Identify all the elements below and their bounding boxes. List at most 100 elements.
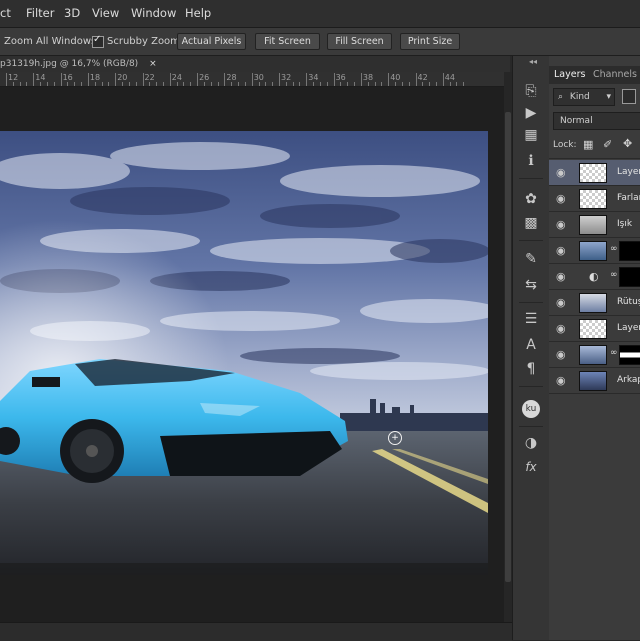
layer-row[interactable]: ◉ ◐ ∞ xyxy=(549,264,640,290)
eye-icon[interactable]: ◉ xyxy=(556,374,566,387)
layers-panel: Layers Channels ⌕ Kind ▾ Normal Lock: ▦ … xyxy=(549,56,640,640)
layer-name: Arkap xyxy=(617,375,640,385)
vertical-scrollbar[interactable] xyxy=(504,72,512,622)
collapse-panels-icon[interactable]: ◂◂ xyxy=(529,57,537,66)
eye-icon[interactable]: ◉ xyxy=(556,166,566,179)
ruler-tick xyxy=(251,73,253,86)
menu-help[interactable]: Help xyxy=(185,6,211,20)
styles-icon[interactable]: ◑ xyxy=(521,434,541,452)
paragraph-icon[interactable]: ¶ xyxy=(521,360,541,378)
color-palette-icon[interactable]: ✿ xyxy=(521,190,541,208)
eye-icon[interactable]: ◉ xyxy=(556,322,566,335)
chevron-down-icon: ▾ xyxy=(606,92,611,102)
eye-icon[interactable]: ◉ xyxy=(556,296,566,309)
chain-link-icon[interactable]: ∞ xyxy=(610,270,618,280)
scrollbar-thumb[interactable] xyxy=(505,112,511,582)
layer-thumbnail xyxy=(579,319,607,339)
zoom-cursor-icon: + xyxy=(388,431,402,445)
layer-row[interactable]: ◉ Arkap xyxy=(549,368,640,394)
ruler-label: 38 xyxy=(362,73,374,82)
actions-play-icon[interactable]: ▶ xyxy=(521,104,541,122)
menu-filter[interactable]: Filter xyxy=(26,6,54,20)
scrubby-zoom-label[interactable]: Scrubby Zoom xyxy=(107,36,180,47)
blend-mode-select[interactable]: Normal xyxy=(553,112,640,130)
info-icon[interactable]: ℹ xyxy=(521,152,541,170)
ruler-tick xyxy=(265,82,267,86)
scrubby-zoom-checkbox[interactable] xyxy=(92,34,104,48)
fill-screen-button[interactable]: Fill Screen xyxy=(327,33,392,50)
kuler-icon[interactable]: ku xyxy=(522,400,540,418)
menu-select[interactable]: ct xyxy=(0,6,11,20)
filter-kind-select[interactable]: ⌕ Kind ▾ xyxy=(553,88,615,106)
layer-comps-icon[interactable]: ▦ xyxy=(521,126,541,144)
ruler-tick xyxy=(449,82,451,86)
layer-row[interactable]: ◉ ∞ xyxy=(549,342,640,368)
ruler-tick xyxy=(210,82,212,86)
lock-label: Lock: xyxy=(553,140,577,150)
eye-icon[interactable]: ◉ xyxy=(556,218,566,231)
eye-icon[interactable]: ◉ xyxy=(556,244,566,257)
ruler-tick xyxy=(299,82,301,86)
tab-layers[interactable]: Layers xyxy=(554,69,585,80)
ruler-tick xyxy=(53,82,55,86)
menu-view[interactable]: View xyxy=(92,6,119,20)
adjustment-layer-icon: ◐ xyxy=(589,270,599,283)
ruler-tick xyxy=(26,82,28,86)
actual-pixels-button[interactable]: Actual Pixels xyxy=(177,33,246,50)
layer-thumbnail xyxy=(579,345,607,365)
fx-icon[interactable]: fx xyxy=(521,458,541,476)
ruler-tick xyxy=(388,73,390,86)
ruler-label: 34 xyxy=(308,73,319,82)
lock-move-icon[interactable]: ✥ xyxy=(623,137,632,150)
ruler-tick xyxy=(67,82,69,86)
close-icon[interactable]: × xyxy=(149,59,157,69)
paragraph-styles-icon[interactable]: ☰ xyxy=(521,310,541,328)
swatches-icon[interactable]: ▩ xyxy=(521,214,541,232)
document-image[interactable]: + xyxy=(0,131,488,575)
zoom-all-windows-label[interactable]: Zoom All Windows xyxy=(4,36,96,47)
ruler-tick xyxy=(224,73,226,86)
eye-icon[interactable]: ◉ xyxy=(556,192,566,205)
lock-transparent-icon[interactable]: ▦ xyxy=(583,138,593,151)
canvas-area[interactable]: + xyxy=(0,87,504,622)
ruler-tick xyxy=(176,82,178,86)
ruler-tick xyxy=(463,82,465,86)
lock-brush-icon[interactable]: ✐ xyxy=(603,138,612,151)
chain-link-icon[interactable]: ∞ xyxy=(610,348,618,358)
fit-screen-button[interactable]: Fit Screen xyxy=(255,33,320,50)
layer-row[interactable]: ◉ Rütuş xyxy=(549,290,640,316)
menu-window[interactable]: Window xyxy=(131,6,176,20)
brush-presets-icon[interactable]: ✎ xyxy=(521,250,541,268)
ruler-tick xyxy=(279,73,280,86)
layer-row[interactable]: ◉ Layer xyxy=(549,160,640,186)
layer-row[interactable]: ◉ Işık xyxy=(549,212,640,238)
layer-row[interactable]: ◉ Layer xyxy=(549,316,640,342)
blend-mode-value: Normal xyxy=(560,116,593,126)
tab-channels[interactable]: Channels xyxy=(593,69,637,80)
ruler-tick xyxy=(169,73,171,86)
eye-icon[interactable]: ◉ xyxy=(556,348,566,361)
adjustments-icon[interactable]: ⇆ xyxy=(521,276,541,294)
filter-pixel-icon[interactable] xyxy=(622,89,636,104)
ruler-tick xyxy=(367,82,369,86)
layer-row[interactable]: ◉ Farlar xyxy=(549,186,640,212)
print-size-button[interactable]: Print Size xyxy=(400,33,460,50)
ruler-tick xyxy=(319,82,321,86)
chain-link-icon[interactable]: ∞ xyxy=(610,244,618,254)
menu-3d[interactable]: 3D xyxy=(64,6,80,20)
ruler-tick xyxy=(435,82,437,86)
ruler-tick xyxy=(149,82,151,86)
character-icon[interactable]: A xyxy=(521,336,541,354)
ruler-tick xyxy=(442,73,444,86)
ruler-tick xyxy=(231,82,233,86)
eye-icon[interactable]: ◉ xyxy=(556,270,566,283)
history-icon[interactable]: ⎘ xyxy=(521,82,541,100)
layer-name: Rütuş xyxy=(617,297,640,307)
ruler-tick xyxy=(360,73,362,86)
layer-row[interactable]: ◉ ∞ xyxy=(549,238,640,264)
document-tab[interactable]: p31319h.jpg @ 16,7% (RGB/8) × xyxy=(0,57,157,71)
ruler-label: 42 xyxy=(417,73,428,82)
ruler-tick xyxy=(108,82,110,86)
ruler-tick xyxy=(156,82,158,86)
ruler-tick xyxy=(244,82,246,86)
